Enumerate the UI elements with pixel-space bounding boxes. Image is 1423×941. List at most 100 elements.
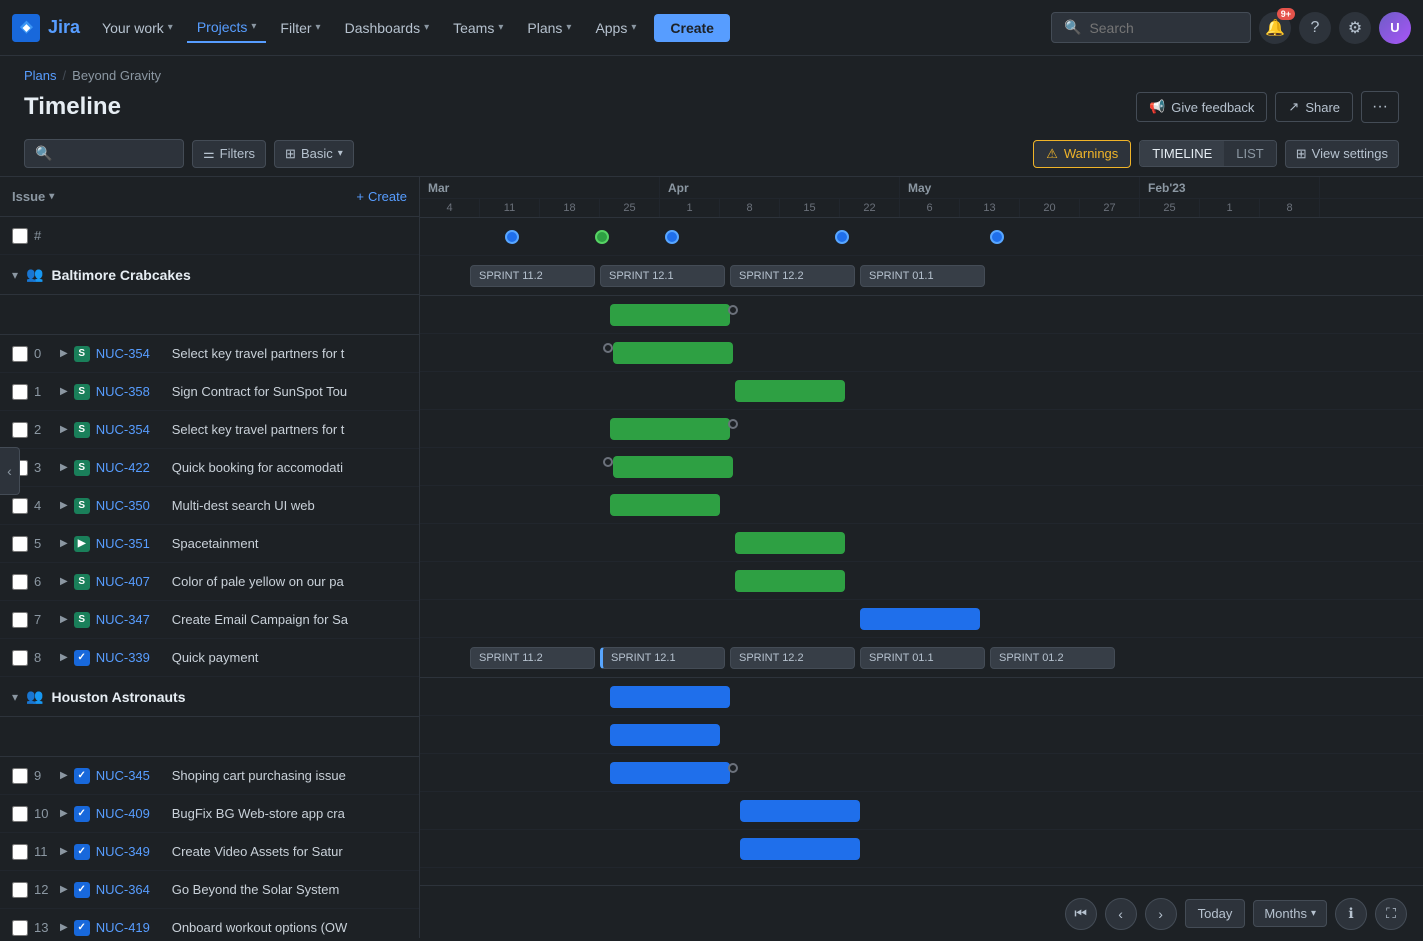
expand-icon[interactable]: ▶ [60, 348, 68, 359]
issue-row[interactable]: 6 ▶ S NUC-407 Color of pale yellow on ou… [0, 563, 419, 601]
expand-icon[interactable]: ▶ [60, 770, 68, 781]
expand-icon[interactable]: ▶ [60, 424, 68, 435]
issue-key[interactable]: NUC-354 [96, 422, 166, 437]
issue-row[interactable]: 2 ▶ S NUC-354 Select key travel partners… [0, 411, 419, 449]
expand-icon[interactable]: ▶ [60, 808, 68, 819]
issue-checkbox[interactable] [12, 844, 28, 860]
issue-key[interactable]: NUC-419 [96, 920, 166, 935]
issue-key[interactable]: NUC-409 [96, 806, 166, 821]
issue-checkbox[interactable] [12, 536, 28, 552]
issue-checkbox[interactable] [12, 384, 28, 400]
expand-icon[interactable]: ▶ [60, 884, 68, 895]
tab-list[interactable]: LIST [1224, 141, 1275, 166]
expand-icon[interactable]: ▶ [60, 614, 68, 625]
issue-key[interactable]: NUC-347 [96, 612, 166, 627]
nav-prev-button[interactable]: ‹ [1105, 898, 1137, 930]
nav-apps[interactable]: Apps ▾ [585, 14, 646, 42]
gantt-bar[interactable] [613, 342, 733, 364]
warnings-button[interactable]: ⚠ Warnings [1033, 140, 1131, 168]
nav-next-button[interactable]: › [1145, 898, 1177, 930]
issue-key[interactable]: NUC-350 [96, 498, 166, 513]
help-button[interactable]: ? [1299, 12, 1331, 44]
tab-timeline[interactable]: TIMELINE [1140, 141, 1224, 166]
gantt-bar[interactable] [610, 304, 730, 326]
toolbar-search-input[interactable] [58, 146, 173, 161]
issue-row[interactable]: 12 ▶ ✓ NUC-364 Go Beyond the Solar Syste… [0, 871, 419, 909]
issue-key[interactable]: NUC-422 [96, 460, 166, 475]
milestone-checkbox[interactable] [12, 228, 28, 244]
issue-key[interactable]: NUC-349 [96, 844, 166, 859]
issue-checkbox[interactable] [12, 346, 28, 362]
expand-icon[interactable]: ▶ [60, 576, 68, 587]
nav-first-button[interactable]: ⏮ [1065, 898, 1097, 930]
expand-icon[interactable]: ▶ [60, 462, 68, 473]
gantt-bar[interactable] [610, 418, 730, 440]
gantt-bar[interactable] [740, 838, 860, 860]
toolbar-search[interactable]: 🔍 [24, 139, 184, 168]
share-button[interactable]: ↗ Share [1275, 92, 1353, 122]
filters-button[interactable]: ⚌ Filters [192, 140, 266, 168]
view-settings-button[interactable]: ⊞ View settings [1285, 140, 1399, 168]
issue-key[interactable]: NUC-364 [96, 882, 166, 897]
expand-icon[interactable]: ▶ [60, 922, 68, 933]
expand-icon[interactable]: ▶ [60, 652, 68, 663]
issue-checkbox[interactable] [12, 498, 28, 514]
nav-your-work[interactable]: Your work ▾ [92, 14, 183, 42]
issue-row[interactable]: 8 ▶ ✓ NUC-339 Quick payment [0, 639, 419, 677]
feedback-button[interactable]: 📢 Give feedback [1136, 92, 1267, 122]
jira-logo[interactable]: Jira [12, 14, 80, 42]
gantt-bar[interactable] [860, 608, 980, 630]
gantt-bar[interactable] [740, 800, 860, 822]
issue-row[interactable]: 11 ▶ ✓ NUC-349 Create Video Assets for S… [0, 833, 419, 871]
issue-row[interactable]: 9 ▶ ✓ NUC-345 Shoping cart purchasing is… [0, 757, 419, 795]
create-inline-button[interactable]: + Create [356, 189, 407, 204]
issue-row[interactable]: 10 ▶ ✓ NUC-409 BugFix BG Web-store app c… [0, 795, 419, 833]
nav-dashboards[interactable]: Dashboards ▾ [335, 14, 440, 42]
issue-row[interactable]: 7 ▶ S NUC-347 Create Email Campaign for … [0, 601, 419, 639]
issue-key[interactable]: NUC-339 [96, 650, 166, 665]
expand-icon[interactable]: ▶ [60, 500, 68, 511]
collapse-icon[interactable]: ▾ [12, 268, 18, 282]
gantt-bar[interactable] [613, 456, 733, 478]
issue-checkbox[interactable] [12, 768, 28, 784]
expand-button[interactable]: ⛶ [1375, 898, 1407, 930]
nav-projects[interactable]: Projects ▾ [187, 13, 267, 43]
months-selector[interactable]: Months ▾ [1253, 900, 1327, 927]
issue-key[interactable]: NUC-351 [96, 536, 166, 551]
basic-button[interactable]: ⊞ Basic ▾ [274, 140, 354, 168]
search-input[interactable] [1089, 20, 1238, 36]
gantt-bar[interactable] [610, 762, 730, 784]
issue-key[interactable]: NUC-407 [96, 574, 166, 589]
expand-icon[interactable]: ▶ [60, 846, 68, 857]
issue-key[interactable]: NUC-354 [96, 346, 166, 361]
more-options-button[interactable]: ··· [1361, 91, 1399, 123]
group-baltimore-crabcakes[interactable]: ▾ 👥 Baltimore Crabcakes [0, 255, 419, 295]
nav-filter[interactable]: Filter ▾ [270, 14, 330, 42]
expand-icon[interactable]: ▶ [60, 538, 68, 549]
create-button[interactable]: Create [654, 14, 730, 42]
issue-checkbox[interactable] [12, 650, 28, 666]
nav-plans[interactable]: Plans ▾ [517, 14, 581, 42]
issue-checkbox[interactable] [12, 920, 28, 936]
issue-key[interactable]: NUC-345 [96, 768, 166, 783]
issue-checkbox[interactable] [12, 574, 28, 590]
issue-row[interactable]: 0 ▶ S NUC-354 Select key travel partners… [0, 335, 419, 373]
issue-row[interactable]: 13 ▶ ✓ NUC-419 Onboard workout options (… [0, 909, 419, 938]
collapse-icon[interactable]: ▾ [12, 690, 18, 704]
gantt-bar[interactable] [610, 686, 730, 708]
sidebar-toggle-button[interactable]: ‹ [0, 447, 20, 495]
issue-row[interactable]: 3 ▶ S NUC-422 Quick booking for accomoda… [0, 449, 419, 487]
issue-checkbox[interactable] [12, 882, 28, 898]
search-box[interactable]: 🔍 [1051, 12, 1251, 43]
group-houston-astronauts[interactable]: ▾ 👥 Houston Astronauts [0, 677, 419, 717]
issue-checkbox[interactable] [12, 422, 28, 438]
issue-checkbox[interactable] [12, 612, 28, 628]
gantt-bar[interactable] [735, 570, 845, 592]
nav-teams[interactable]: Teams ▾ [443, 14, 513, 42]
issue-key[interactable]: NUC-358 [96, 384, 166, 399]
expand-icon[interactable]: ▶ [60, 386, 68, 397]
settings-button[interactable]: ⚙ [1339, 12, 1371, 44]
gantt-bar[interactable] [735, 380, 845, 402]
breadcrumb-plans[interactable]: Plans [24, 68, 57, 83]
issue-checkbox[interactable] [12, 806, 28, 822]
